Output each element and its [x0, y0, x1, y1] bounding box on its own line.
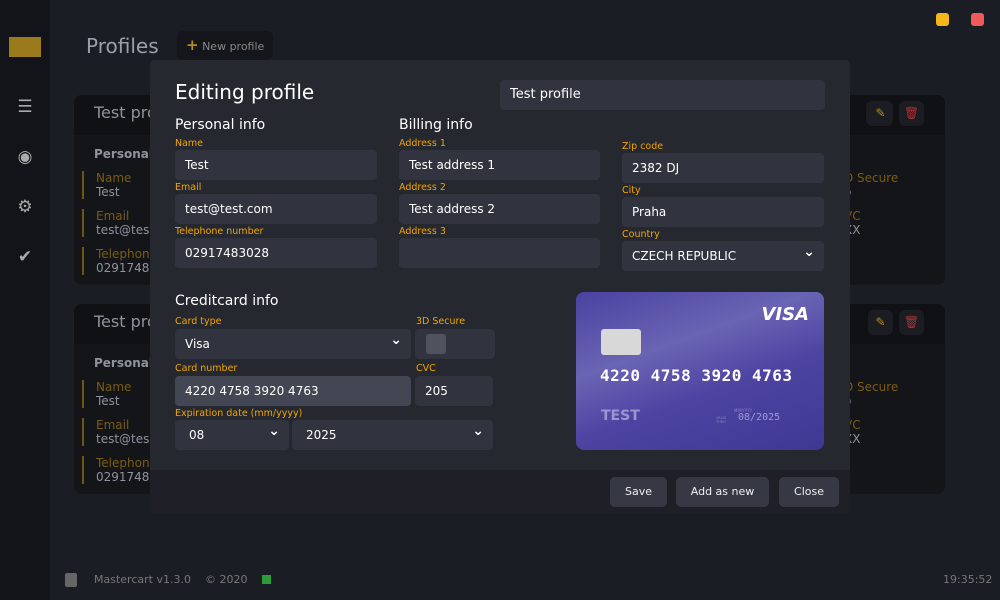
- secure-checkbox[interactable]: [426, 334, 446, 354]
- minimize-button[interactable]: [936, 13, 949, 26]
- country-value: CZECH REPUBLIC: [632, 249, 737, 263]
- field: D Secureo: [844, 380, 899, 408]
- name-input[interactable]: Test: [175, 150, 377, 180]
- gear-icon[interactable]: ⚙: [15, 197, 35, 217]
- server-icon[interactable]: ☰: [15, 97, 35, 117]
- plus-icon: +: [186, 36, 199, 54]
- zip-label: Zip code: [622, 141, 664, 152]
- add-as-new-button[interactable]: Add as new: [676, 477, 769, 507]
- phone-label: Telephone number: [175, 226, 264, 237]
- close-button[interactable]: Close: [779, 477, 839, 507]
- close-window-button[interactable]: [971, 13, 984, 26]
- exp-month-value: 08: [189, 428, 205, 442]
- field: D Secureo: [844, 171, 899, 199]
- delete-icon[interactable]: 🗑: [899, 310, 924, 335]
- version-label: Mastercart v1.3.0: [94, 573, 191, 586]
- user-circle-icon[interactable]: ◉: [15, 147, 35, 167]
- app-logo: [9, 37, 41, 57]
- modal-title: Editing profile: [175, 80, 315, 104]
- city-label: City: [622, 185, 641, 196]
- card-type-value: Visa: [185, 337, 210, 351]
- address3-label: Address 3: [399, 226, 446, 237]
- address3-input[interactable]: [399, 238, 600, 268]
- delete-icon[interactable]: 🗑: [899, 101, 924, 126]
- save-button[interactable]: Save: [610, 477, 667, 507]
- field: Name Test: [82, 171, 131, 199]
- new-profile-button[interactable]: + New profile: [177, 31, 274, 60]
- card-number-label: Card number: [175, 363, 238, 374]
- visa-logo: VISA: [761, 304, 809, 325]
- field: Email test@tes: [82, 209, 149, 237]
- address2-input[interactable]: Test address 2: [399, 194, 600, 224]
- preview-holder: TEST: [601, 408, 640, 424]
- zip-input[interactable]: 2382 DJ: [622, 153, 824, 183]
- status-indicator: [262, 575, 271, 584]
- copyright-label: © 2020: [205, 573, 248, 586]
- city-input[interactable]: Praha: [622, 197, 824, 227]
- field: Name Test: [82, 380, 131, 408]
- email-input[interactable]: test@test.com: [175, 194, 377, 224]
- exp-month-select[interactable]: 08: [175, 416, 289, 450]
- chip-icon: [601, 329, 641, 355]
- secure-field: [415, 329, 495, 359]
- card-type-select[interactable]: Visa: [175, 325, 411, 359]
- double-check-icon[interactable]: ✔: [15, 247, 35, 267]
- edit-icon[interactable]: ✎: [868, 310, 893, 335]
- field: Telephone 02917483: [82, 456, 157, 484]
- country-label: Country: [622, 229, 660, 240]
- preview-number: 4220 4758 3920 4763: [600, 366, 793, 385]
- preview-valid-thru: VALID THRU: [716, 416, 727, 424]
- preview-expiry: 08/2025: [738, 412, 781, 423]
- sidebar: ☰ ◉ ⚙ ✔: [0, 0, 50, 600]
- cvc-input[interactable]: 205: [415, 376, 493, 406]
- email-label: Email: [175, 182, 202, 193]
- profile-name-input[interactable]: Test profile: [500, 80, 825, 110]
- card-type-label: Card type: [175, 316, 222, 327]
- billing-heading: Billing info: [399, 117, 473, 133]
- card-number-input[interactable]: 4220 4758 3920 4763: [175, 376, 411, 406]
- personal-heading: Personal info: [175, 117, 266, 133]
- page-title: Profiles: [86, 34, 159, 58]
- secure-label: 3D Secure: [416, 316, 466, 327]
- field: Telephone 02917483: [82, 247, 157, 275]
- card-preview: VISA 4220 4758 3920 4763 TEST MM/YYYY VA…: [576, 292, 824, 450]
- phone-input[interactable]: 02917483028: [175, 238, 377, 268]
- new-profile-label: New profile: [202, 40, 265, 53]
- exp-year-value: 2025: [306, 428, 337, 442]
- expiration-label: Expiration date (mm/yyyy): [175, 408, 303, 419]
- exp-year-select[interactable]: 2025: [292, 416, 493, 450]
- address1-input[interactable]: Test address 1: [399, 150, 600, 180]
- field: Email test@tes: [82, 418, 149, 446]
- edit-icon[interactable]: ✎: [868, 101, 893, 126]
- address2-label: Address 2: [399, 182, 446, 193]
- creditcard-heading: Creditcard info: [175, 293, 279, 309]
- country-select[interactable]: CZECH REPUBLIC: [622, 237, 824, 271]
- cvc-label: CVC: [416, 363, 436, 374]
- address1-label: Address 1: [399, 138, 446, 149]
- discord-icon[interactable]: [65, 573, 77, 587]
- clock: 19:35:52: [943, 573, 993, 586]
- name-label: Name: [175, 138, 204, 149]
